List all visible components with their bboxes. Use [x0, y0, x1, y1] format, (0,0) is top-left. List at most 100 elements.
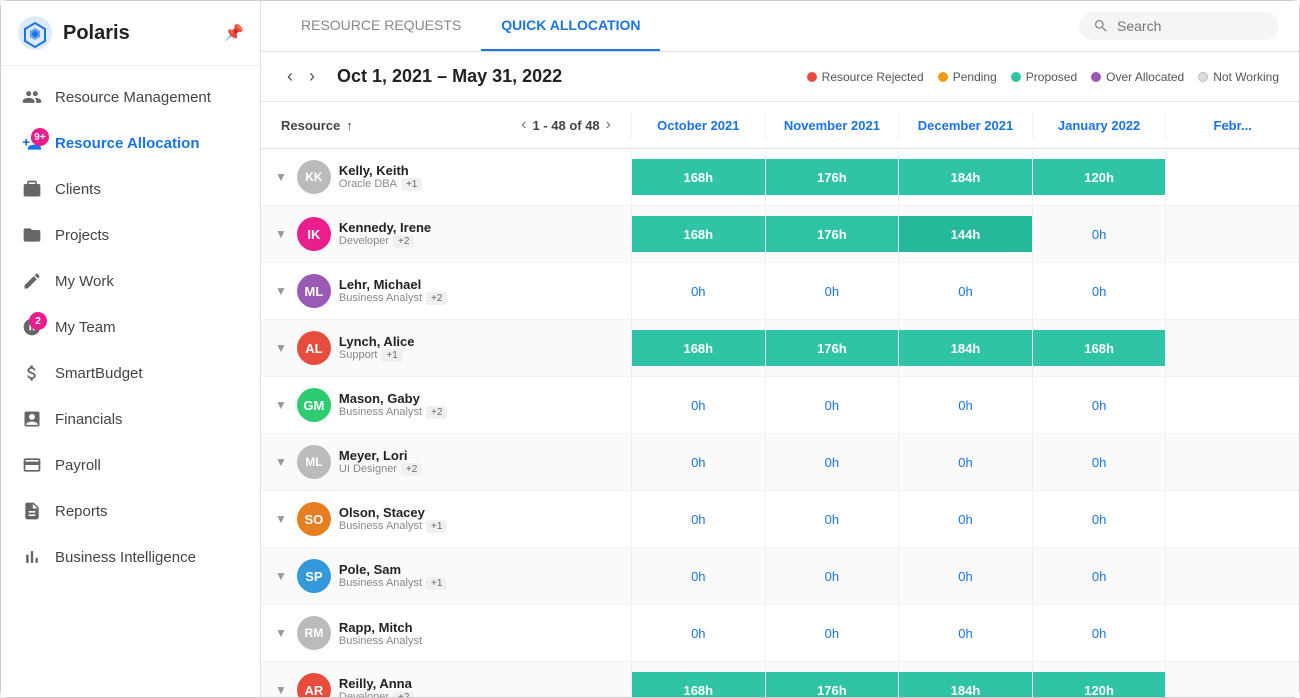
month-cell[interactable]: 0h — [1032, 263, 1166, 319]
month-cell[interactable] — [1165, 548, 1299, 604]
sidebar-item-smartbudget[interactable]: SmartBudget — [1, 350, 260, 396]
month-cell[interactable]: 168h — [631, 206, 765, 262]
month-cell[interactable]: 0h — [898, 263, 1032, 319]
month-cell[interactable]: 0h — [765, 263, 899, 319]
month-cell[interactable]: 0h — [1032, 206, 1166, 262]
month-cell[interactable]: 176h — [765, 206, 899, 262]
cell-bar[interactable]: 168h — [1033, 330, 1166, 366]
month-cell[interactable]: 0h — [765, 377, 899, 433]
month-cell[interactable] — [1165, 206, 1299, 262]
month-cell[interactable]: 168h — [631, 320, 765, 376]
sidebar-item-resource-management[interactable]: Resource Management — [1, 74, 260, 120]
cell-bar[interactable]: 184h — [899, 159, 1032, 195]
pagination-prev[interactable]: ‹ — [521, 116, 526, 134]
cell-bar[interactable]: 120h — [1033, 159, 1166, 195]
table-row[interactable]: ▼ GM Mason, Gaby Business Analyst+2 0h0h… — [261, 377, 1299, 434]
month-cell[interactable]: 168h — [631, 662, 765, 697]
month-cell[interactable]: 0h — [898, 434, 1032, 490]
sidebar-item-payroll[interactable]: Payroll — [1, 442, 260, 488]
cell-bar[interactable]: 176h — [766, 672, 899, 697]
sidebar-item-reports[interactable]: Reports — [1, 488, 260, 534]
month-cell[interactable]: 0h — [898, 548, 1032, 604]
pin-icon[interactable]: 📌 — [224, 23, 244, 43]
sidebar-item-resource-allocation[interactable]: 9+ Resource Allocation — [1, 120, 260, 166]
expand-button[interactable]: ▼ — [273, 624, 289, 642]
table-row[interactable]: ▼ AR Reilly, Anna Developer+2 168h176h18… — [261, 662, 1299, 697]
table-row[interactable]: ▼ RM Rapp, Mitch Business Analyst 0h0h0h… — [261, 605, 1299, 662]
table-row[interactable]: ▼ IK Kennedy, Irene Developer+2 168h176h… — [261, 206, 1299, 263]
search-input[interactable] — [1117, 18, 1257, 34]
month-cell[interactable] — [1165, 377, 1299, 433]
month-cell[interactable]: 184h — [898, 662, 1032, 697]
month-cell[interactable]: 168h — [1032, 320, 1166, 376]
cell-bar[interactable]: 144h — [899, 216, 1032, 252]
expand-button[interactable]: ▼ — [273, 339, 289, 357]
cell-bar[interactable]: 176h — [766, 330, 899, 366]
cell-bar[interactable]: 184h — [899, 672, 1032, 697]
expand-button[interactable]: ▼ — [273, 282, 289, 300]
sidebar-item-my-work[interactable]: My Work — [1, 258, 260, 304]
tab-resource-requests[interactable]: RESOURCE REQUESTS — [281, 1, 481, 51]
cell-bar[interactable]: 168h — [632, 330, 765, 366]
month-cell[interactable]: 0h — [898, 605, 1032, 661]
month-cell[interactable]: 0h — [631, 263, 765, 319]
table-row[interactable]: ▼ SP Pole, Sam Business Analyst+1 0h0h0h… — [261, 548, 1299, 605]
expand-button[interactable]: ▼ — [273, 396, 289, 414]
next-date-button[interactable]: › — [303, 64, 321, 89]
month-cell[interactable]: 184h — [898, 320, 1032, 376]
month-cell[interactable] — [1165, 605, 1299, 661]
tab-quick-allocation[interactable]: QUICK ALLOCATION — [481, 1, 660, 51]
month-cell[interactable]: 120h — [1032, 149, 1166, 205]
expand-button[interactable]: ▼ — [273, 567, 289, 585]
month-cell[interactable]: 0h — [1032, 491, 1166, 547]
sidebar-item-my-team[interactable]: 2 My Team — [1, 304, 260, 350]
month-cell[interactable]: 0h — [765, 548, 899, 604]
month-cell[interactable]: 0h — [765, 434, 899, 490]
month-cell[interactable]: 176h — [765, 320, 899, 376]
month-cell[interactable] — [1165, 149, 1299, 205]
month-cell[interactable]: 0h — [765, 605, 899, 661]
month-cell[interactable]: 0h — [631, 548, 765, 604]
sidebar-item-bi[interactable]: Business Intelligence — [1, 534, 260, 580]
month-cell[interactable]: 120h — [1032, 662, 1166, 697]
month-cell[interactable]: 0h — [1032, 434, 1166, 490]
table-row[interactable]: ▼ SO Olson, Stacey Business Analyst+1 0h… — [261, 491, 1299, 548]
month-cell[interactable]: 184h — [898, 149, 1032, 205]
sidebar-item-financials[interactable]: Financials — [1, 396, 260, 442]
month-cell[interactable]: 0h — [631, 491, 765, 547]
cell-bar[interactable]: 184h — [899, 330, 1032, 366]
month-cell[interactable]: 0h — [898, 377, 1032, 433]
month-cell[interactable]: 144h — [898, 206, 1032, 262]
expand-button[interactable]: ▼ — [273, 681, 289, 697]
cell-bar[interactable]: 168h — [632, 216, 765, 252]
expand-button[interactable]: ▼ — [273, 168, 289, 186]
month-cell[interactable] — [1165, 434, 1299, 490]
month-cell[interactable] — [1165, 320, 1299, 376]
cell-bar[interactable]: 176h — [766, 159, 899, 195]
cell-bar[interactable]: 176h — [766, 216, 899, 252]
month-cell[interactable]: 168h — [631, 149, 765, 205]
month-cell[interactable] — [1165, 263, 1299, 319]
month-cell[interactable]: 0h — [1032, 605, 1166, 661]
month-cell[interactable] — [1165, 662, 1299, 697]
expand-button[interactable]: ▼ — [273, 225, 289, 243]
cell-bar[interactable]: 120h — [1033, 672, 1166, 697]
cell-bar[interactable]: 168h — [632, 672, 765, 697]
table-row[interactable]: ▼ AL Lynch, Alice Support+1 168h176h184h… — [261, 320, 1299, 377]
month-cell[interactable] — [1165, 491, 1299, 547]
month-cell[interactable]: 0h — [631, 377, 765, 433]
cell-bar[interactable]: 168h — [632, 159, 765, 195]
month-cell[interactable]: 176h — [765, 149, 899, 205]
month-cell[interactable]: 0h — [631, 434, 765, 490]
sidebar-item-clients[interactable]: Clients — [1, 166, 260, 212]
table-row[interactable]: ▼ KK Kelly, Keith Oracle DBA+1 168h176h1… — [261, 149, 1299, 206]
month-cell[interactable]: 176h — [765, 662, 899, 697]
pagination-next[interactable]: › — [606, 116, 611, 134]
table-row[interactable]: ▼ ML Meyer, Lori UI Designer+2 0h0h0h0h — [261, 434, 1299, 491]
month-cell[interactable]: 0h — [1032, 377, 1166, 433]
month-cell[interactable]: 0h — [631, 605, 765, 661]
sidebar-item-projects[interactable]: Projects — [1, 212, 260, 258]
month-cell[interactable]: 0h — [1032, 548, 1166, 604]
expand-button[interactable]: ▼ — [273, 510, 289, 528]
prev-date-button[interactable]: ‹ — [281, 64, 299, 89]
